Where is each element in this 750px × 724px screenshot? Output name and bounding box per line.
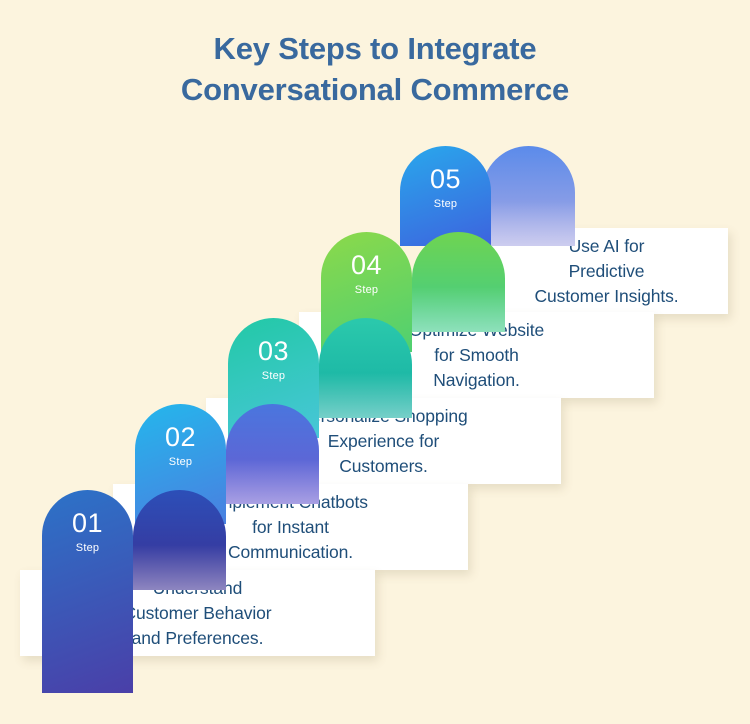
step-02-number: 02 <box>164 422 197 452</box>
step-04-number: 04 <box>350 250 383 280</box>
step-02-label: Step <box>168 456 193 468</box>
step-01-back-arch <box>133 490 226 590</box>
step-04-label: Step <box>354 284 379 296</box>
step-05-number: 05 <box>429 164 462 194</box>
step-02-back-arch <box>226 404 319 504</box>
step-03-label: Step <box>261 370 286 382</box>
step-04-back-arch-shade <box>412 232 505 332</box>
step-05-front-arch[interactable]: 05 Step <box>400 146 491 246</box>
step-03-back-arch <box>319 318 412 418</box>
step-03-number: 03 <box>257 336 290 366</box>
step-05-back-arch-shade <box>482 146 575 246</box>
step-01-front-arch[interactable]: 01 Step <box>42 490 133 693</box>
step-05-label: Step <box>433 198 458 210</box>
step-01-back-arch-shade <box>133 490 226 590</box>
step-04-back-arch <box>412 232 505 332</box>
step-02-back-arch-shade <box>226 404 319 504</box>
step-01-label: Step <box>75 542 100 554</box>
step-03-back-arch-shade <box>319 318 412 418</box>
infographic-canvas: Key Steps to Integrate Conversational Co… <box>0 0 750 724</box>
step-05-back-arch <box>482 146 575 246</box>
step-01-number: 01 <box>71 508 104 538</box>
